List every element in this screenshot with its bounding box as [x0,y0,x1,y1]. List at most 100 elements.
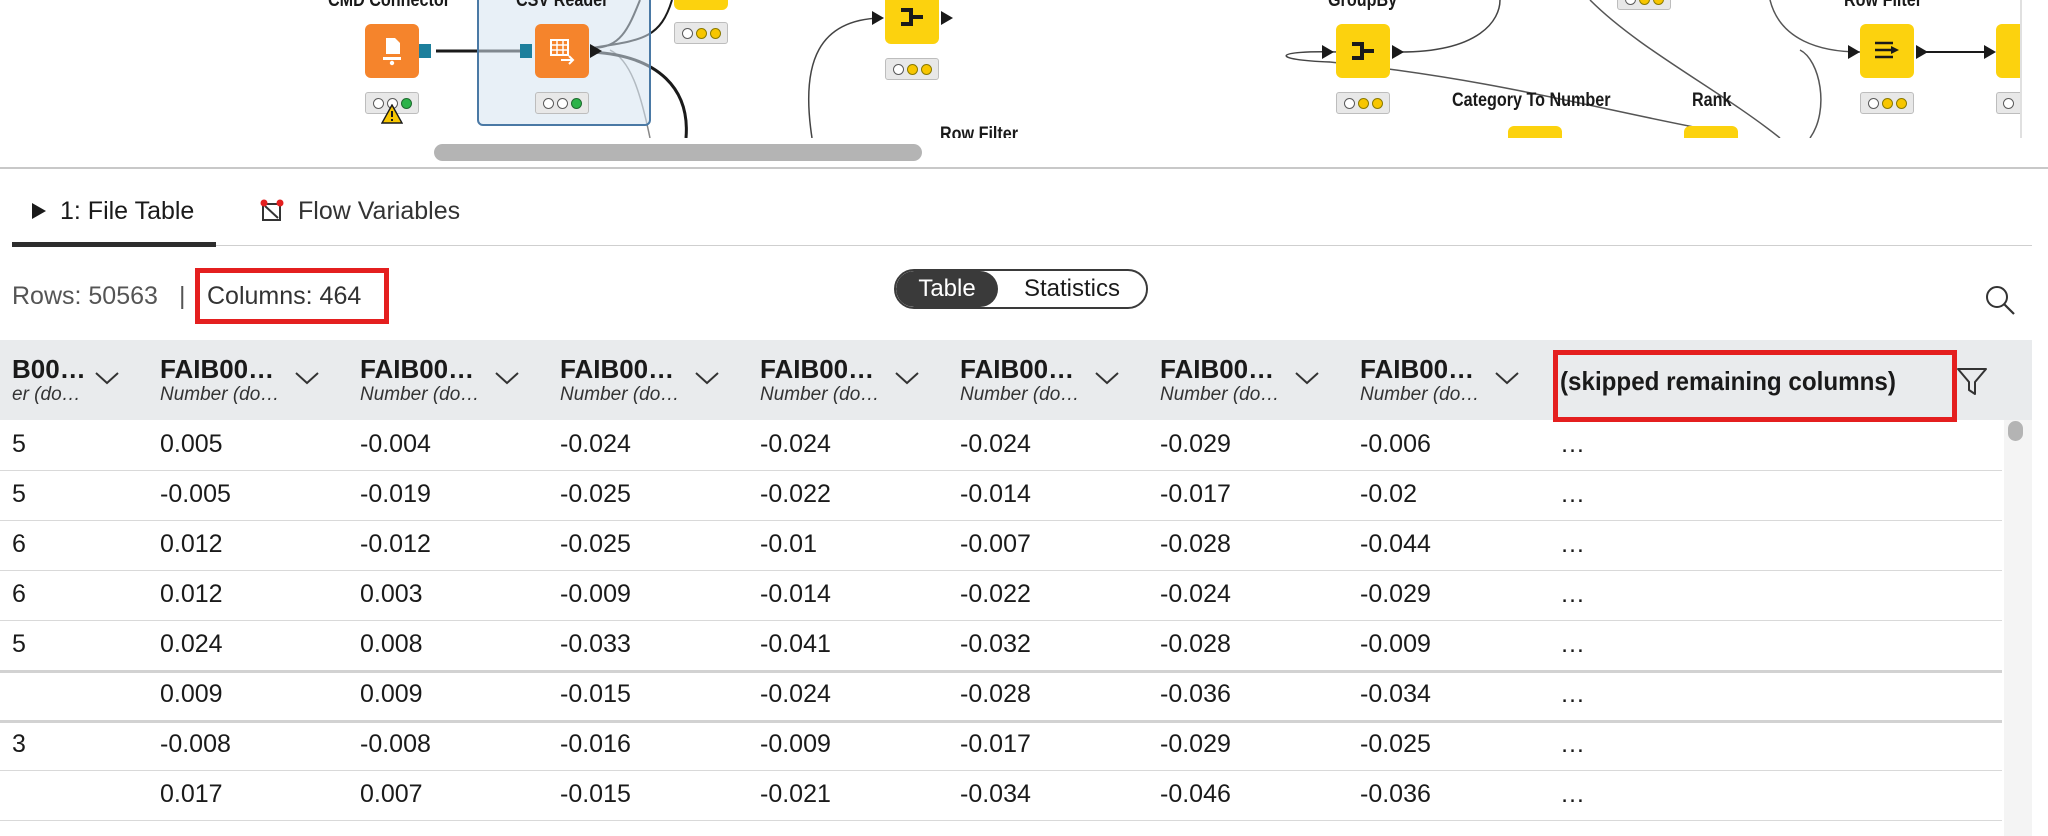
table-cell: 0.007 [360,780,423,808]
chevron-down-icon[interactable] [894,370,920,386]
table-row[interactable]: 6 0.012 0.003 -0.009 -0.014 -0.022 -0.024 -0.02… [0,570,2002,621]
table-row[interactable]: 5 0.005 -0.004 -0.024 -0.024 -0.024 -0.029 -0.0… [0,420,2002,471]
view-toggle[interactable]: Table Statistics [894,269,1148,309]
node-category-to-number[interactable] [1508,126,1562,138]
table-cell: -0.024 [960,430,1031,458]
column-type: Number (do… [760,384,880,405]
node-csv-reader[interactable] [535,24,589,78]
column-header-partial[interactable]: B00… er (do… [0,340,140,420]
tab-file-table[interactable]: 1: File Table [30,180,194,242]
table-cell: -0.029 [1360,580,1431,608]
table-row[interactable]: 5 0.024 0.008 -0.033 -0.041 -0.032 -0.028 -0.00… [0,620,2002,673]
output-port[interactable] [941,11,953,25]
node-partial-top[interactable] [674,0,728,10]
table-cell: -0.036 [1160,680,1231,708]
table-cell: -0.015 [560,780,631,808]
node-groupby[interactable] [1336,24,1390,78]
input-port[interactable] [1322,45,1334,59]
chevron-down-icon[interactable] [1494,370,1520,386]
active-tab-indicator [12,242,216,247]
table-vertical-scrollbar[interactable] [2004,420,2032,836]
search-icon[interactable] [1984,284,2016,316]
table-cell: -0.025 [1360,730,1431,758]
column-header[interactable]: FAIB00… Number (do… [1360,340,1550,420]
toggle-table[interactable]: Table [896,271,998,307]
table-cell: -0.024 [1160,580,1231,608]
table-cell: -0.028 [960,680,1031,708]
table-cell: 5 [12,480,26,508]
table-cell: -0.009 [760,730,831,758]
column-name: FAIB00… [960,354,1075,384]
column-type: Number (do… [1160,384,1280,405]
panel-divider[interactable] [0,167,2048,169]
split-arrow-icon [1352,42,1374,60]
chevron-down-icon[interactable] [1094,370,1120,386]
row-count: Rows: 50563 [12,282,158,310]
chevron-down-icon[interactable] [94,370,120,386]
file-connector-icon [383,38,401,66]
input-port[interactable] [872,11,884,25]
table-row[interactable]: 6 0.012 -0.012 -0.025 -0.01 -0.007 -0.028 -0.04… [0,520,2002,571]
chevron-down-icon[interactable] [294,370,320,386]
table-cell: -0.015 [560,680,631,708]
tab-label: 1: File Table [60,196,195,225]
input-port[interactable] [1984,45,1996,59]
chevron-down-icon[interactable] [1294,370,1320,386]
input-port[interactable] [1848,45,1860,59]
table-cell: -0.028 [1160,530,1231,558]
table-cell: -0.019 [360,480,431,508]
input-port[interactable] [520,44,532,58]
row-filter-icon [1875,41,1899,59]
tab-baseline [12,245,2032,246]
table-cell: -0.016 [560,730,631,758]
output-port[interactable] [590,44,602,58]
column-name: FAIB00… [560,354,675,384]
column-type: Number (do… [560,384,680,405]
output-port[interactable] [419,44,431,58]
node-row-filter-right[interactable] [1860,24,1914,78]
table-cell: -0.041 [760,630,831,658]
node-label-groupby: GroupBy [1328,0,1398,11]
column-type: Number (do… [960,384,1080,405]
column-header[interactable]: FAIB00… Number (do… [560,340,750,420]
table-cell: 6 [12,580,26,608]
node-cmd-connector[interactable] [365,24,419,78]
table-cell: -0.025 [560,530,631,558]
column-header[interactable]: FAIB00… Number (do… [360,340,550,420]
info-separator: | [179,282,186,310]
chevron-down-icon[interactable] [694,370,720,386]
tab-flow-variables[interactable]: Flow Variables [258,180,460,242]
node-status-lights [885,58,939,80]
node-partial-right[interactable] [1996,24,2020,78]
table-row[interactable]: 5 -0.005 -0.019 -0.025 -0.022 -0.014 -0.017 -0.… [0,470,2002,521]
highlight-skipped-columns [1553,350,1957,422]
chevron-down-icon[interactable] [494,370,520,386]
column-header[interactable]: FAIB00… Number (do… [160,340,350,420]
output-port[interactable] [1916,45,1928,59]
table-row[interactable]: 3 -0.008 -0.008 -0.016 -0.009 -0.017 -0.029 -0.… [0,720,2002,771]
node-manipulator-middle[interactable] [885,0,939,44]
table-cell: -0.025 [560,480,631,508]
column-header[interactable]: FAIB00… Number (do… [1160,340,1350,420]
output-port[interactable] [1392,45,1404,59]
column-header[interactable]: FAIB00… Number (do… [760,340,950,420]
workflow-canvas[interactable]: CMD Connector CSV Reader Row Filter Grou… [0,0,2048,138]
table-row[interactable]: 0.017 0.007 -0.015 -0.021 -0.034 -0.046 -0.036… [0,770,2002,821]
table-row[interactable]: 0.009 0.009 -0.015 -0.024 -0.028 -0.036 -0.034… [0,670,2002,723]
toggle-statistics[interactable]: Statistics [998,271,1146,307]
column-type: er (do… [12,384,81,405]
node-rank[interactable] [1684,126,1738,138]
table-cell: -0.029 [1160,730,1231,758]
canvas-scroll-thumb[interactable] [434,144,922,161]
table-cell: -0.034 [1360,680,1431,708]
filter-icon[interactable] [1955,364,1989,398]
table-cell: -0.029 [1160,430,1231,458]
column-name: FAIB00… [360,354,475,384]
table-scroll-thumb[interactable] [2008,421,2023,441]
table-reader-icon [550,39,575,65]
canvas-horizontal-scrollbar[interactable] [0,138,2024,168]
table-cell: -0.007 [960,530,1031,558]
column-name: FAIB00… [760,354,875,384]
column-header[interactable]: FAIB00… Number (do… [960,340,1150,420]
node-status-lights [1617,0,1671,10]
